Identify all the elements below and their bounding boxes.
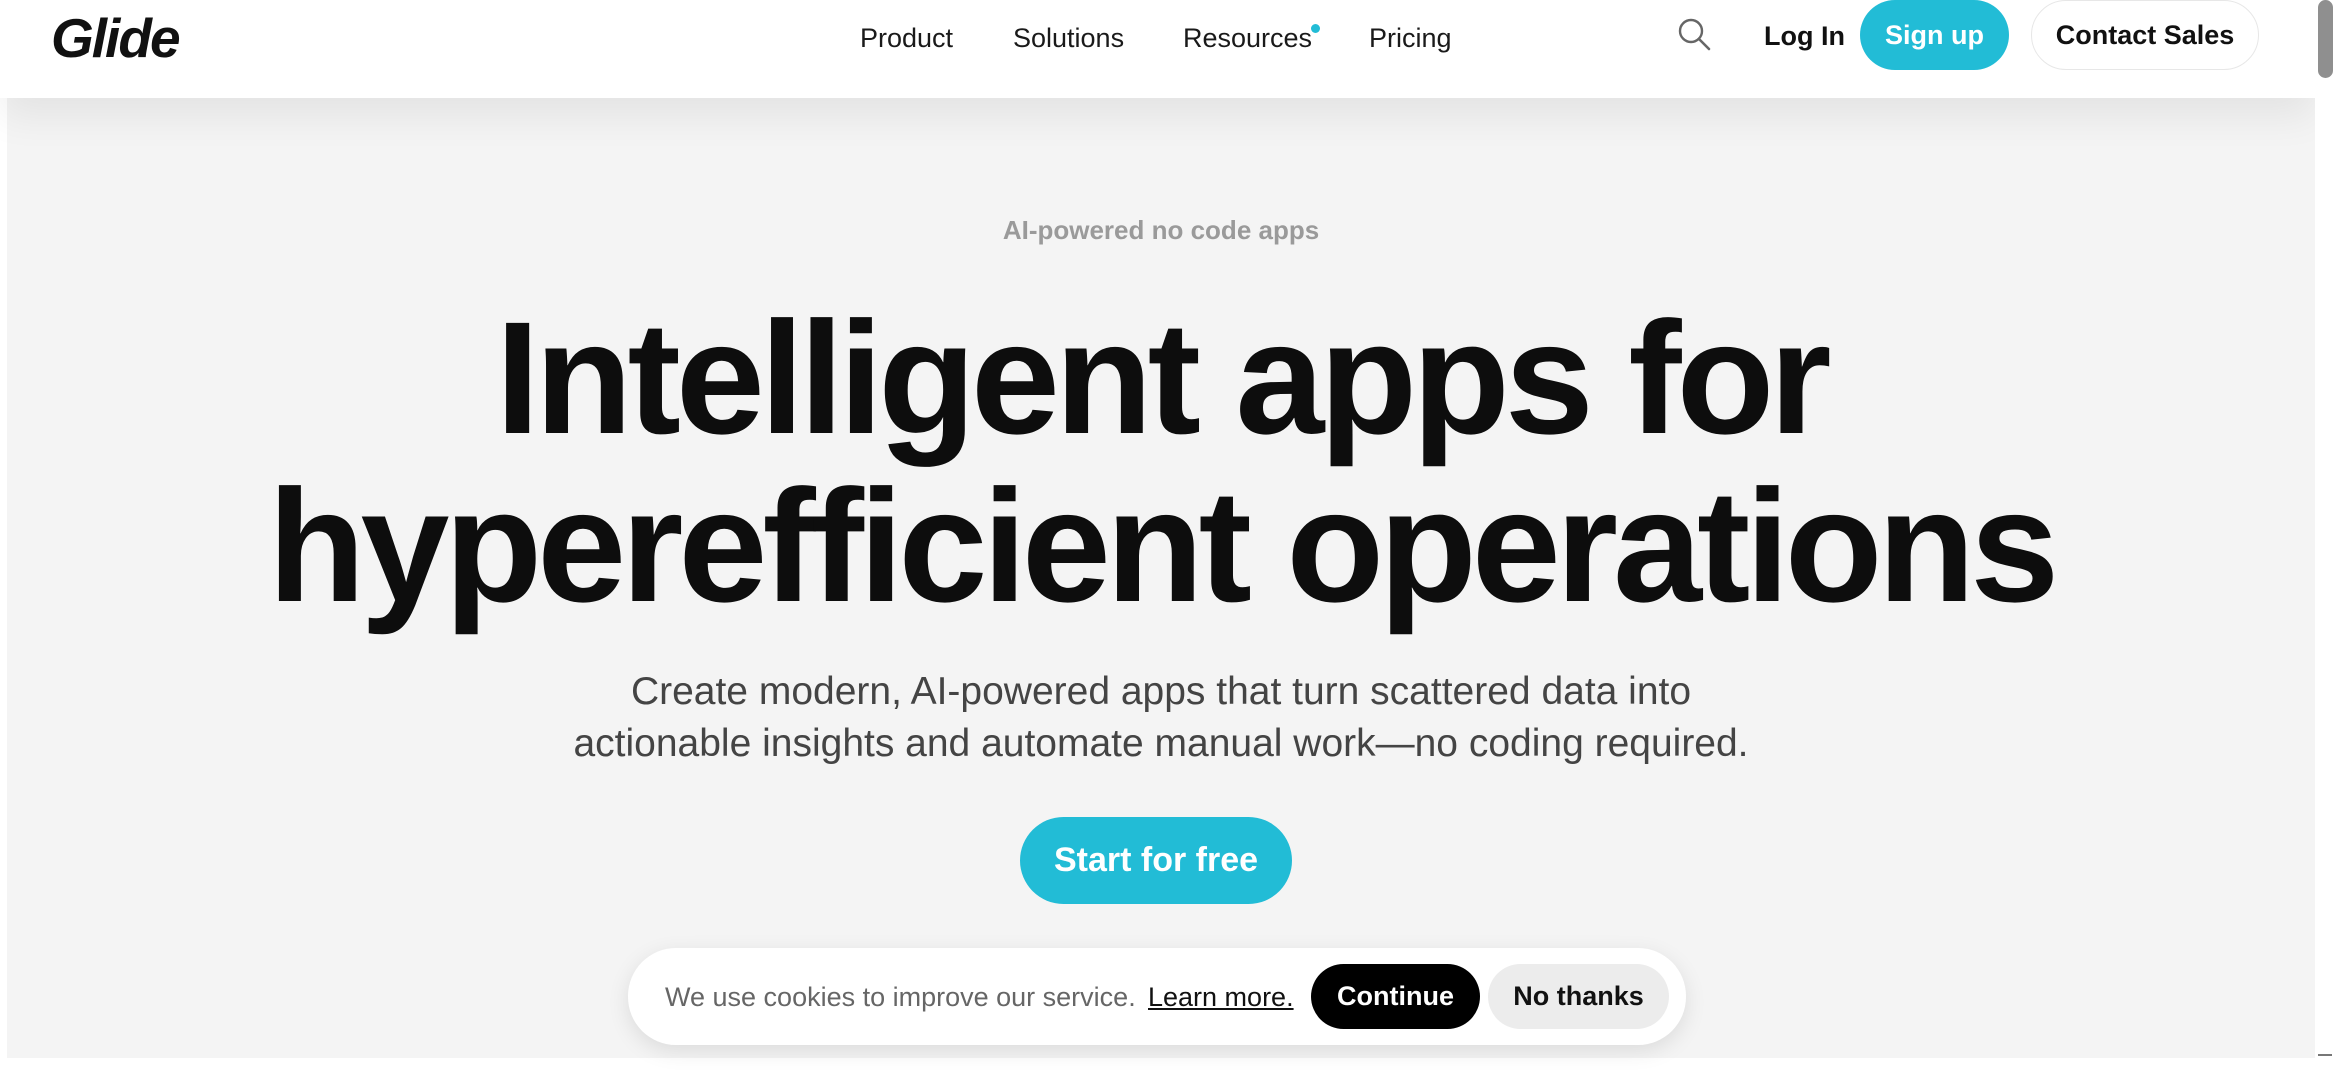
nav-solutions[interactable]: Solutions [1013,20,1124,56]
no-thanks-button[interactable]: No thanks [1488,964,1669,1029]
cookie-banner: We use cookies to improve our service. L… [628,948,1686,1045]
scrollbar-end-marker [2318,1054,2332,1056]
scrollbar-thumb[interactable] [2318,0,2333,78]
signup-button[interactable]: Sign up [1860,0,2009,70]
hero-eyebrow: AI-powered no code apps [1002,215,1320,245]
hero-subtext: Create modern, AI-powered apps that turn… [7,666,2315,770]
hero-section: AI-powered no code apps Intelligent apps… [7,98,2315,1058]
nav-resources[interactable]: Resources [1183,20,1312,56]
site-header: Glide Product Solutions Resources Pricin… [0,0,2315,98]
nav-pricing[interactable]: Pricing [1369,20,1452,56]
search-icon[interactable] [1676,16,1712,52]
hero-headline: Intelligent apps for hyperefficient oper… [7,294,2315,630]
contact-sales-button[interactable]: Contact Sales [2031,0,2259,70]
subtext-line-2: actionable insights and automate manual … [573,722,1749,765]
headline-line-2: hyperefficient operations [267,456,2059,635]
subtext-line-1: Create modern, AI-powered apps that turn… [630,670,1692,713]
continue-button[interactable]: Continue [1311,964,1480,1029]
resources-notification-dot [1311,24,1320,33]
cookie-message: We use cookies to improve our service. [665,982,1136,1012]
login-link[interactable]: Log In [1764,18,1845,54]
learn-more-link[interactable]: Learn more. [1148,979,1294,1015]
glide-logo[interactable]: Glide [51,6,181,70]
scrollbar-track[interactable] [2315,0,2345,1072]
headline-line-1: Intelligent apps for [495,288,1831,467]
nav-product[interactable]: Product [860,20,953,56]
start-for-free-button[interactable]: Start for free [1020,817,1292,904]
page: Glide Product Solutions Resources Pricin… [0,0,2345,1072]
